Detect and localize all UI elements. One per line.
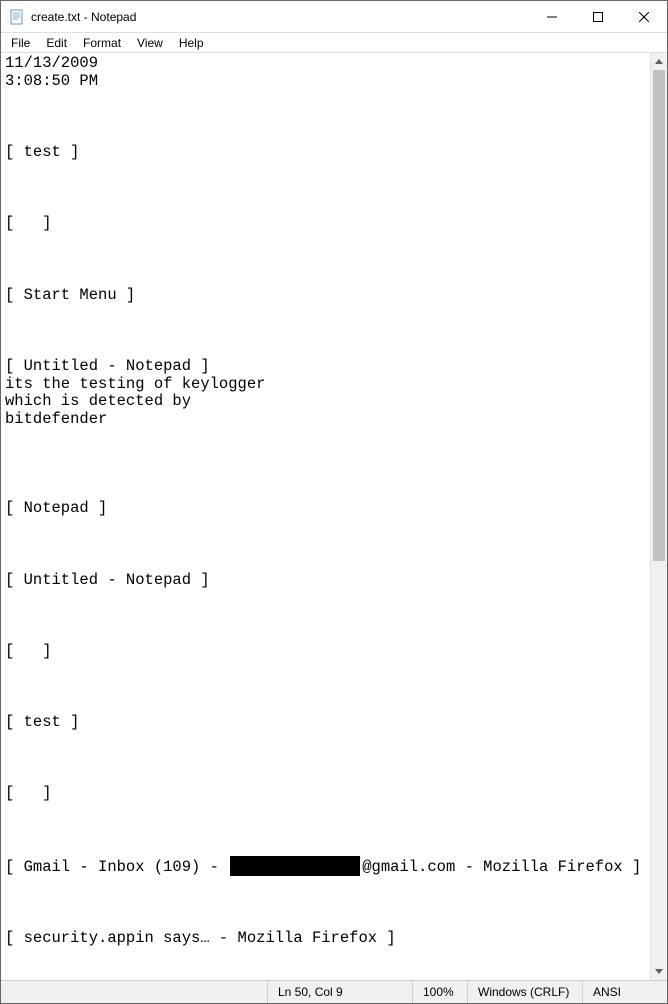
statusbar: Ln 50, Col 9 100% Windows (CRLF) ANSI xyxy=(1,980,667,1003)
text-line: [ Untitled - Notepad ] xyxy=(5,572,646,590)
scroll-thumb[interactable] xyxy=(653,70,665,561)
menu-view[interactable]: View xyxy=(129,34,171,52)
menu-format[interactable]: Format xyxy=(75,34,129,52)
menubar: File Edit Format View Help xyxy=(1,33,667,53)
scroll-up-button[interactable] xyxy=(651,53,667,70)
minimize-button[interactable] xyxy=(529,1,575,32)
text-line: which is detected by xyxy=(5,393,646,411)
vertical-scrollbar[interactable] xyxy=(650,53,667,980)
scroll-track[interactable] xyxy=(651,70,667,963)
notepad-window: create.txt - Notepad File Edit Format Vi… xyxy=(0,0,668,1004)
redacted-block xyxy=(230,856,360,876)
scroll-down-button[interactable] xyxy=(651,963,667,980)
menu-edit[interactable]: Edit xyxy=(38,34,75,52)
text-line: [ test ] xyxy=(5,714,646,732)
status-zoom: 100% xyxy=(412,981,467,1003)
text-line: [ ] xyxy=(5,643,646,661)
text-line: [ Notepad ] xyxy=(5,500,646,518)
text-line: [ ] xyxy=(5,215,646,233)
text-line: [ security.appin says… - Mozilla Firefox… xyxy=(5,930,646,948)
text-line: [ Start Menu ] xyxy=(5,287,646,305)
text-fragment: [ Gmail - Inbox (109) - xyxy=(5,858,228,876)
text-line: [ Gmail - Inbox (109) - @gmail.com - Moz… xyxy=(5,857,646,877)
text-line: its the testing of keylogger xyxy=(5,376,646,394)
maximize-button[interactable] xyxy=(575,1,621,32)
text-fragment: @gmail.com - Mozilla Firefox ] xyxy=(362,858,641,876)
close-button[interactable] xyxy=(621,1,667,32)
titlebar: create.txt - Notepad xyxy=(1,1,667,33)
text-line: [ ] xyxy=(5,785,646,803)
text-editor[interactable]: 11/13/20093:08:50 PM [ test ] [ ] [ Star… xyxy=(1,53,650,980)
text-line: 11/13/2009 xyxy=(5,55,646,73)
text-line: bitdefender xyxy=(5,411,646,429)
content-area: 11/13/20093:08:50 PM [ test ] [ ] [ Star… xyxy=(1,53,667,980)
menu-file[interactable]: File xyxy=(3,34,38,52)
status-line-ending: Windows (CRLF) xyxy=(467,981,582,1003)
text-line: [ Untitled - Notepad ] xyxy=(5,358,646,376)
window-title: create.txt - Notepad xyxy=(31,10,529,24)
status-encoding: ANSI xyxy=(582,981,667,1003)
window-controls xyxy=(529,1,667,32)
menu-help[interactable]: Help xyxy=(171,34,212,52)
status-cursor-position: Ln 50, Col 9 xyxy=(267,981,412,1003)
text-line: [ test ] xyxy=(5,144,646,162)
text-line: 3:08:50 PM xyxy=(5,73,646,91)
notepad-icon xyxy=(9,9,25,25)
